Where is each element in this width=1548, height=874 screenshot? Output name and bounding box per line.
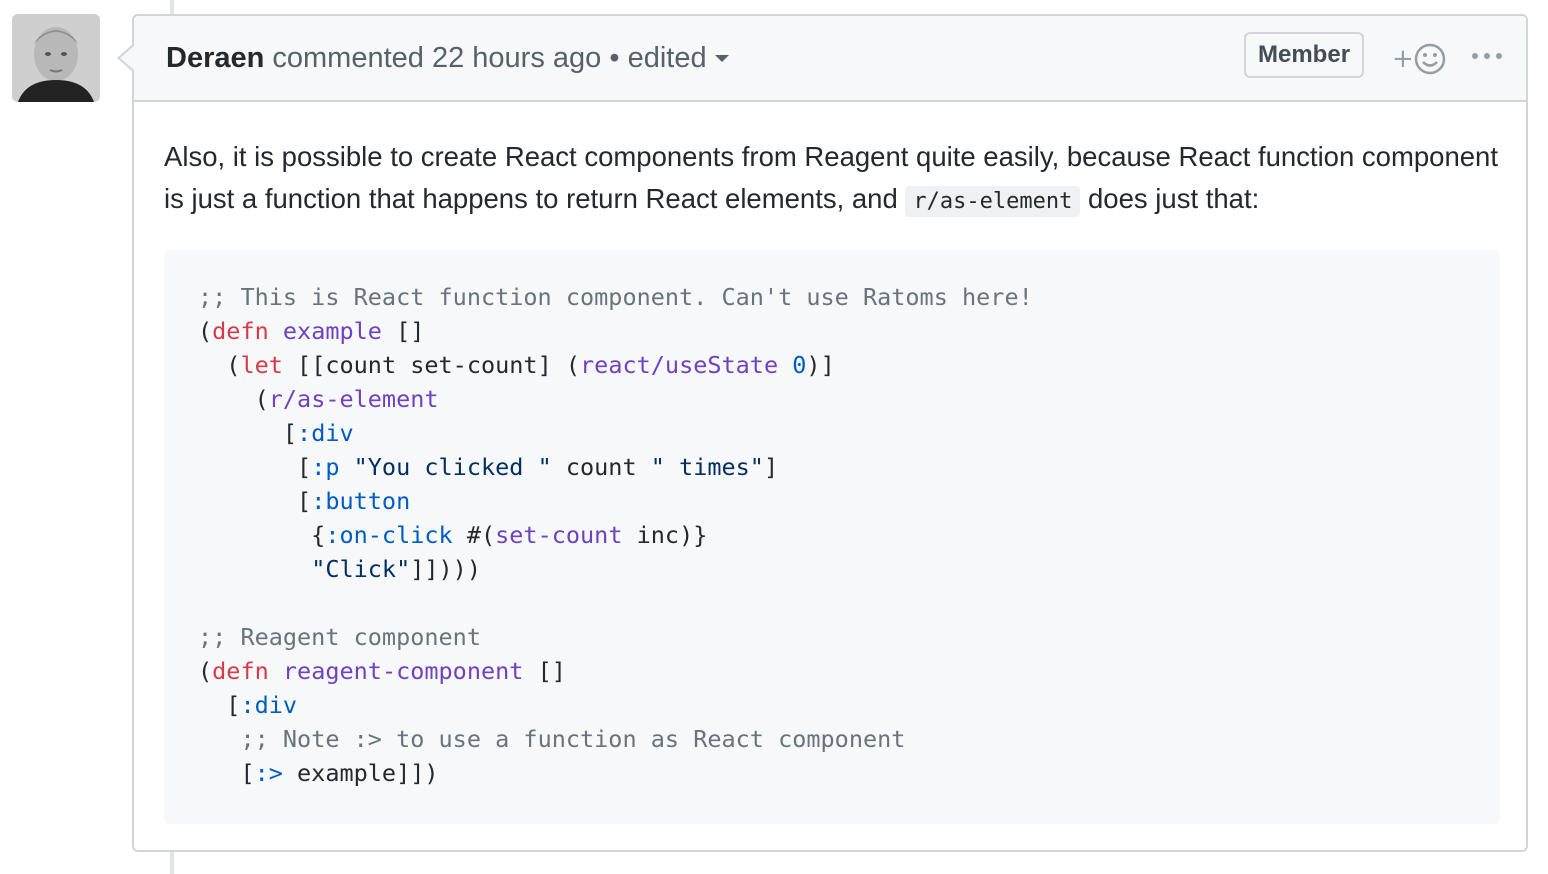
code-token-comment: ;; Reagent component xyxy=(198,623,481,651)
code-token-constant: :div xyxy=(297,419,354,447)
member-badge: Member xyxy=(1244,32,1365,78)
code-token-comment: ;; This is React function component. Can… xyxy=(198,283,1033,311)
code-token-keyword: defn xyxy=(212,657,269,685)
code-token-entity: reagent-component xyxy=(282,657,524,685)
code-line: {:on-click #(set-count inc)} xyxy=(198,518,1466,552)
edited-dropdown[interactable]: edited xyxy=(628,42,729,74)
code-line: [:div xyxy=(198,416,1466,450)
code-token-plain: [ xyxy=(198,691,241,719)
code-token-plain: [] xyxy=(381,317,425,345)
code-token-keyword: let xyxy=(240,351,283,379)
chevron-down-icon xyxy=(714,54,729,62)
comment-action: commented xyxy=(272,42,424,74)
code-token-plain: )] xyxy=(806,351,835,379)
code-token-plain: [ xyxy=(198,453,312,481)
add-reaction-button[interactable]: + xyxy=(1392,40,1450,76)
code-token-plain: ( xyxy=(198,351,241,379)
comment-timestamp[interactable]: 22 hours ago xyxy=(432,42,601,74)
code-line: (r/as-element xyxy=(198,382,1466,416)
code-token-plain: [ xyxy=(198,419,298,447)
code-token-plain: [[count set-count] ( xyxy=(282,351,581,379)
code-token-string: "Click" xyxy=(311,555,411,583)
code-token-plain: [ xyxy=(198,759,255,787)
code-token-plain: [ xyxy=(198,487,312,515)
code-line: ;; Reagent component xyxy=(198,620,1466,654)
code-token-plain: example]]) xyxy=(282,759,439,787)
code-token-plain: ( xyxy=(198,385,269,413)
code-token-plain: ]]))) xyxy=(410,555,481,583)
code-token-plain: { xyxy=(198,521,326,549)
code-token-constant: :on-click xyxy=(325,521,453,549)
code-token-constant: :button xyxy=(311,487,411,515)
comment-paragraph: Also, it is possible to create React com… xyxy=(164,136,1500,223)
code-token-string: "You clicked " xyxy=(353,453,552,481)
inline-code: r/as-element xyxy=(905,186,1081,217)
code-token-entity: example xyxy=(282,317,382,345)
code-line: [:div xyxy=(198,688,1466,722)
code-line: (defn example [] xyxy=(198,314,1466,348)
code-line: (let [[count set-count] (react/useState … xyxy=(198,348,1466,382)
code-token-keyword: defn xyxy=(212,317,269,345)
author-name[interactable]: Deraen xyxy=(166,42,264,74)
code-line: (defn reagent-component [] xyxy=(198,654,1466,688)
code-block: ;; This is React function component. Can… xyxy=(164,250,1500,824)
code-line: [:p "You clicked " count " times"] xyxy=(198,450,1466,484)
comment-meta: Deraen commented 22 hours ago • edited xyxy=(166,42,729,75)
code-line: ;; Note :> to use a function as React co… xyxy=(198,722,1466,756)
code-content: ;; This is React function component. Can… xyxy=(198,280,1466,790)
code-token-constant: :> xyxy=(254,759,283,787)
code-line: [:button xyxy=(198,484,1466,518)
code-token-constant: :div xyxy=(240,691,298,719)
code-line: ;; This is React function component. Can… xyxy=(198,280,1466,314)
code-token-plain: count xyxy=(551,453,651,481)
comment-box: Deraen commented 22 hours ago • edited M… xyxy=(117,14,1528,852)
more-options-button[interactable] xyxy=(1470,46,1504,66)
avatar[interactable] xyxy=(12,14,100,102)
paragraph-text-end: does just that: xyxy=(1088,183,1260,214)
plus-icon: + xyxy=(1392,44,1414,74)
kebab-horizontal-icon xyxy=(1472,53,1502,59)
code-token-plain: ] xyxy=(763,453,779,481)
edited-label: edited xyxy=(627,42,707,74)
code-token-plain: #( xyxy=(452,521,496,549)
meta-separator: • xyxy=(609,42,620,74)
code-token-plain: inc)} xyxy=(622,521,708,549)
code-token-entity: react/useState xyxy=(580,351,779,379)
code-token-comment: ;; Note :> to use a function as React co… xyxy=(240,725,906,753)
code-token-plain: [] xyxy=(523,657,566,685)
code-token-string: " times" xyxy=(650,453,764,481)
code-token-constant: 0 xyxy=(792,351,807,379)
code-token-plain: ( xyxy=(198,657,213,685)
code-token-plain: ( xyxy=(198,317,213,345)
code-line: [:> example]]) xyxy=(198,756,1466,790)
comment-header: Deraen commented 22 hours ago • edited M… xyxy=(134,16,1526,102)
paragraph-text: Also, it is possible to create React com… xyxy=(164,141,1498,214)
smiley-icon xyxy=(1414,43,1446,75)
code-line: "Click"]]))) xyxy=(198,552,1466,586)
code-token-constant: :p xyxy=(311,453,340,481)
code-token-entity: set-count xyxy=(495,521,623,549)
comment-body: Also, it is possible to create React com… xyxy=(164,136,1500,223)
code-token-entity: r/as-element xyxy=(268,385,439,413)
